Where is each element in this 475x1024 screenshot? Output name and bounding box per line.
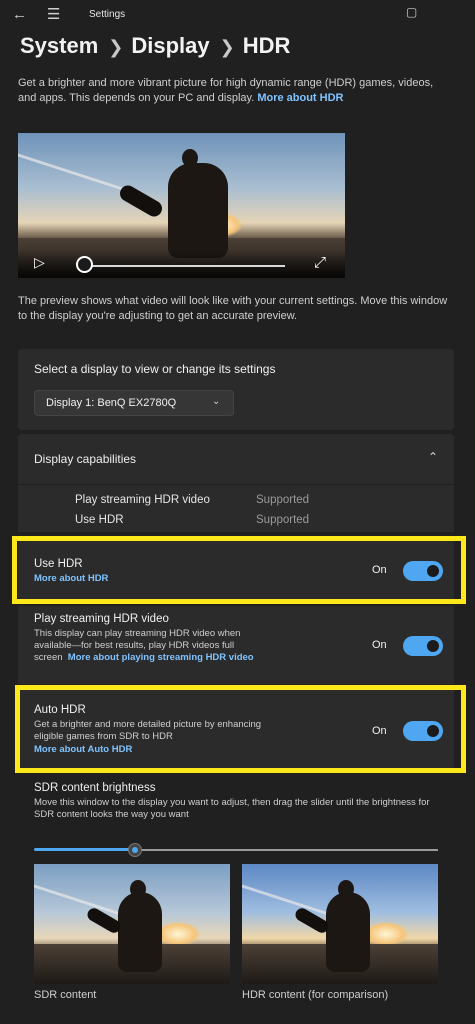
streaming-hdr-desc: This display can play streaming HDR vide… — [34, 628, 260, 664]
window-title: Settings — [89, 9, 126, 20]
sun-glow — [364, 922, 408, 946]
skater-silhouette — [326, 892, 370, 972]
display-select-label: Select a display to view or change its s… — [34, 362, 276, 376]
chevron-down-icon: ⌄ — [212, 396, 221, 407]
maximize-icon[interactable]: ▢ — [406, 3, 417, 21]
streaming-hdr-title: Play streaming HDR video — [34, 613, 169, 625]
sdr-content-label: SDR content — [34, 989, 97, 1001]
chevron-up-icon[interactable]: ⌃ — [428, 450, 438, 464]
sdr-scene — [34, 864, 230, 984]
toggle-knob — [427, 640, 439, 652]
fullscreen-icon[interactable]: ⤢ — [314, 254, 326, 271]
more-about-hdr-link[interactable]: More about HDR — [257, 92, 343, 104]
sdr-slider-track[interactable] — [135, 849, 438, 851]
sdr-brightness-desc: Move this window to the display you want… — [34, 797, 430, 820]
display-capabilities-title[interactable]: Display capabilities — [34, 452, 136, 466]
breadcrumb-system[interactable]: System — [20, 33, 98, 58]
hdr-comparison-image — [242, 864, 438, 984]
capability-value: Supported — [256, 494, 310, 506]
chevron-right-icon: ❯ — [219, 37, 235, 57]
display-select-card: Select a display to view or change its s… — [18, 349, 454, 430]
sdr-brightness-title: SDR content brightness — [34, 782, 156, 794]
streaming-hdr-setting: Play streaming HDR video This display ca… — [18, 606, 454, 684]
skater-silhouette — [168, 163, 228, 258]
capability-value: Supported — [256, 514, 310, 526]
breadcrumb-hdr: HDR — [242, 33, 291, 58]
hdr-content-label: HDR content (for comparison) — [242, 989, 389, 1001]
preview-controls: ▷ ⤢ — [18, 250, 345, 278]
hdr-scene — [242, 864, 438, 984]
hamburger-menu-icon[interactable]: ☰ — [47, 6, 60, 24]
preview-seek-thumb[interactable] — [76, 256, 93, 273]
streaming-hdr-toggle[interactable] — [403, 636, 443, 656]
hdr-video-preview: ▷ ⤢ — [18, 133, 345, 278]
display-capabilities-card: Display capabilities ⌃ Play streaming HD… — [18, 434, 454, 532]
preview-seek-track[interactable] — [80, 265, 285, 267]
capability-name: Use HDR — [75, 514, 124, 526]
chevron-right-icon: ❯ — [108, 37, 124, 57]
sun-glow — [156, 922, 200, 946]
breadcrumb: System ❯ Display ❯ HDR — [20, 33, 298, 59]
preview-note: The preview shows what video will look l… — [18, 295, 448, 322]
intro-text: Get a brighter and more vibrant picture … — [18, 76, 443, 106]
back-arrow-icon[interactable]: ← — [12, 6, 27, 24]
title-bar: ← ☰ Settings ▢ — [0, 0, 475, 30]
breadcrumb-display[interactable]: Display — [131, 33, 209, 58]
skater-silhouette — [118, 892, 162, 972]
sdr-slider-fill — [34, 848, 135, 851]
streaming-hdr-state: On — [372, 639, 387, 651]
intro-description: Get a brighter and more vibrant picture … — [18, 77, 434, 104]
sdr-comparison-image — [34, 864, 230, 984]
display-dropdown-value: Display 1: BenQ EX2780Q — [46, 397, 177, 409]
divider — [18, 484, 454, 485]
display-dropdown[interactable]: Display 1: BenQ EX2780Q ⌄ — [34, 390, 234, 416]
play-icon[interactable]: ▷ — [34, 254, 45, 271]
highlight-box — [15, 685, 466, 773]
highlight-box — [12, 536, 466, 604]
capability-name: Play streaming HDR video — [75, 494, 210, 506]
sdr-slider-thumb[interactable] — [128, 843, 142, 857]
streaming-hdr-more-link[interactable]: More about playing streaming HDR video — [68, 652, 254, 663]
